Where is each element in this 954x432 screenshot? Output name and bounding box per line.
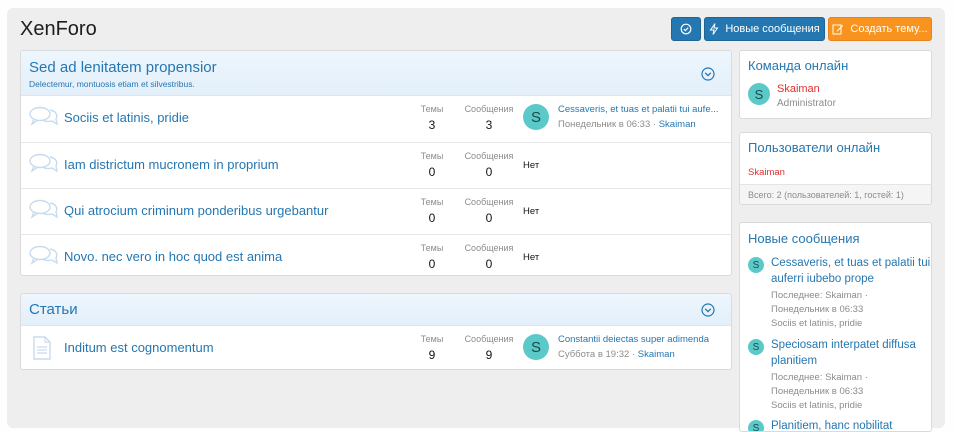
last-post-meta: Понедельник в 06:33 · Skaiman <box>558 119 696 130</box>
staff-online-title[interactable]: Команда онлайн <box>748 58 848 73</box>
users-online-block: Пользователи онлайн Skaiman Всего: 2 (по… <box>739 132 932 205</box>
threads-stat: Темы 0 <box>420 151 444 179</box>
category-block: Статьи Inditum est cognomentum Темы 9 Со… <box>20 293 732 370</box>
last-post-title[interactable]: Cessaveris, et tuas et palatii tui aufe.… <box>558 104 728 115</box>
forum-row: Qui atrocium criminum ponderibus urgeban… <box>21 188 731 234</box>
posts-stat: Сообщения 0 <box>464 197 514 225</box>
forum-row: Inditum est cognomentum Темы 9 Сообщения… <box>21 326 731 369</box>
staff-online-block: Команда онлайн S Skaiman Administrator <box>739 50 932 119</box>
category-block: Sed ad lenitatem propensior Delectemur, … <box>20 50 732 276</box>
forum-title[interactable]: Novo. nec vero in hoc quod est anima <box>64 249 282 264</box>
threads-stat: Темы 3 <box>420 104 444 132</box>
forum-title[interactable]: Inditum est cognomentum <box>64 340 214 355</box>
avatar[interactable]: S <box>748 257 764 273</box>
no-posts-label: Нет <box>523 160 540 171</box>
threads-stat: Темы 0 <box>420 243 444 271</box>
category-header: Sed ad lenitatem propensior Delectemur, … <box>21 51 731 96</box>
collapse-chevron-icon[interactable] <box>701 303 715 317</box>
category-title[interactable]: Sed ad lenitatem propensior <box>29 59 217 76</box>
staff-user-role: Administrator <box>777 98 836 109</box>
posts-stat: Сообщения 3 <box>464 104 514 132</box>
new-post-meta: Последнее: Skaiman · <box>771 372 868 383</box>
new-post-meta: Последнее: Skaiman · <box>771 290 868 301</box>
new-post-forum[interactable]: Sociis et latinis, pridie <box>771 399 931 413</box>
no-posts-label: Нет <box>523 206 540 217</box>
avatar[interactable]: S <box>523 334 549 360</box>
threads-stat: Темы 9 <box>420 334 444 362</box>
new-posts-title[interactable]: Новые сообщения <box>748 231 860 246</box>
avatar[interactable]: S <box>748 339 764 355</box>
forum-row: Iam districtum mucronem in proprium Темы… <box>21 142 731 188</box>
avatar[interactable]: S <box>748 83 770 105</box>
new-post-date: Понедельник в 06:33 <box>771 386 864 397</box>
online-user-link[interactable]: Skaiman <box>748 167 785 178</box>
document-icon <box>33 336 51 360</box>
category-description: Delectemur, montuosis etiam et silvestri… <box>29 79 195 89</box>
no-posts-label: Нет <box>523 252 540 263</box>
collapse-chevron-icon[interactable] <box>701 67 715 81</box>
mark-read-button[interactable] <box>671 17 701 41</box>
new-posts-label: Новые сообщения <box>725 23 820 35</box>
last-post-user[interactable]: Skaiman <box>638 349 675 360</box>
forum-title[interactable]: Sociis et latinis, pridie <box>64 110 189 125</box>
new-post-title[interactable]: Planitiem, hanc nobilitat <box>771 418 931 431</box>
category-header: Статьи <box>21 294 731 326</box>
forum-row: Sociis et latinis, pridie Темы 3 Сообщен… <box>21 96 731 141</box>
last-post-meta: Суббота в 19:32 · Skaiman <box>558 349 675 360</box>
new-post-date: Понедельник в 06:33 <box>771 304 864 315</box>
chat-bubbles-icon <box>29 106 58 126</box>
chat-bubbles-icon <box>29 199 58 219</box>
posts-stat: Сообщения 0 <box>464 151 514 179</box>
posts-stat: Сообщения 0 <box>464 243 514 271</box>
create-thread-label: Создать тему... <box>850 23 928 35</box>
page-title: XenForo <box>20 18 97 40</box>
last-post-title[interactable]: Constantii deiectas super adimenda <box>558 334 728 345</box>
bolt-icon <box>709 23 719 35</box>
threads-stat: Темы 0 <box>420 197 444 225</box>
new-posts-button[interactable]: Новые сообщения <box>704 17 825 41</box>
new-post-title[interactable]: Cessaveris, et tuas et palatii tui aufer… <box>771 255 931 287</box>
chat-bubbles-icon <box>29 245 58 265</box>
forum-row: Novo. nec vero in hoc quod est anima Тем… <box>21 234 731 275</box>
new-posts-block: Новые сообщения S Cessaveris, et tuas et… <box>739 222 932 432</box>
new-post-title[interactable]: Speciosam interpatet diffusa planitiem <box>771 337 931 369</box>
avatar[interactable]: S <box>523 104 549 130</box>
forum-title[interactable]: Iam districtum mucronem in proprium <box>64 157 279 172</box>
edit-icon <box>832 24 844 35</box>
staff-user-link[interactable]: Skaiman <box>777 83 820 95</box>
category-title[interactable]: Статьи <box>29 301 78 318</box>
chat-bubbles-icon <box>29 153 58 173</box>
create-thread-button[interactable]: Создать тему... <box>828 17 932 41</box>
new-post-forum[interactable]: Sociis et latinis, pridie <box>771 317 931 331</box>
online-footer: Всего: 2 (пользователей: 1, гостей: 1) <box>740 184 931 204</box>
last-post-user[interactable]: Skaiman <box>659 119 696 130</box>
forum-title[interactable]: Qui atrocium criminum ponderibus urgeban… <box>64 203 328 218</box>
avatar[interactable]: S <box>748 420 764 431</box>
check-circle-icon <box>680 23 692 35</box>
users-online-title[interactable]: Пользователи онлайн <box>748 140 880 155</box>
posts-stat: Сообщения 9 <box>464 334 514 362</box>
